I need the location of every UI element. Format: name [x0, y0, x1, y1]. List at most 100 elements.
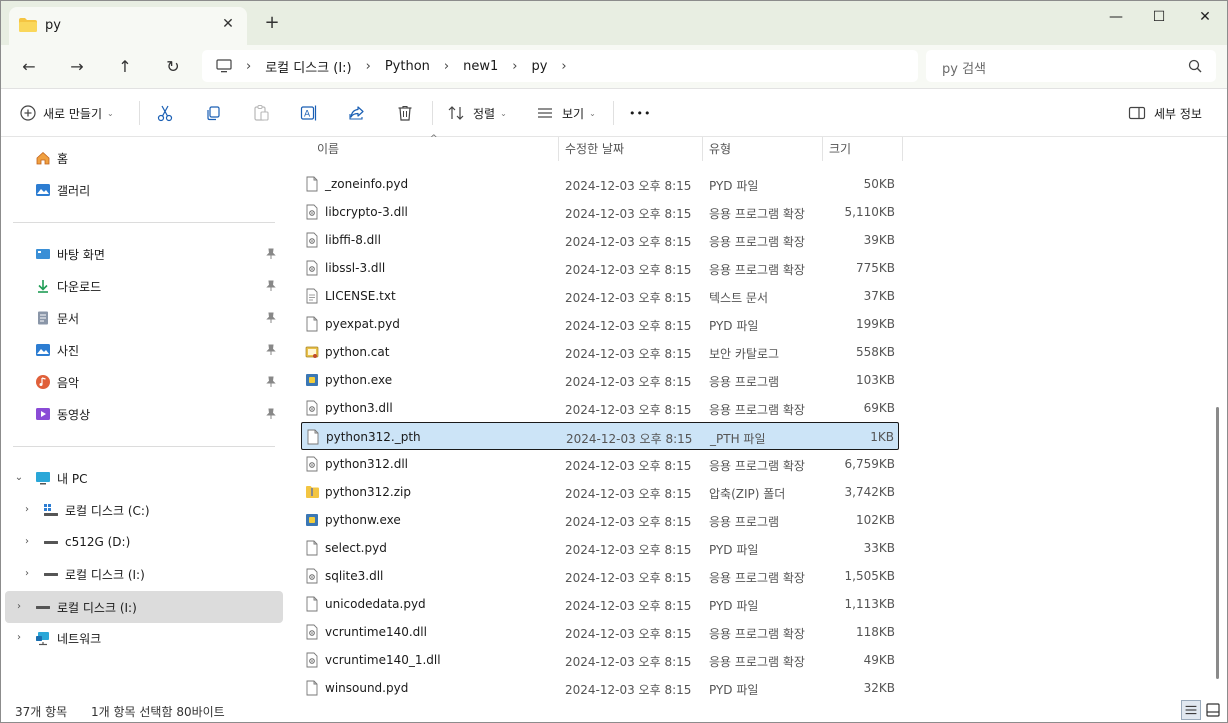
file-row[interactable]: python312.zip 2024-12-03 오후 8:15 압축(ZIP) 폴… [301, 478, 899, 506]
file-row[interactable]: sqlite3.dll 2024-12-03 오후 8:15 응용 프로그램 확장 1… [301, 562, 899, 590]
file-type: 보안 카탈로그 [709, 347, 780, 361]
maximize-button[interactable]: ☐ [1148, 7, 1170, 27]
dll-file-icon [306, 232, 318, 248]
column-header-date[interactable]: 수정한 날짜 [565, 137, 624, 161]
pin-icon[interactable] [265, 248, 277, 260]
close-button[interactable]: ✕ [1194, 7, 1216, 27]
file-row[interactable]: _zoneinfo.pyd 2024-12-03 오후 8:15 PYD 파일 50K… [301, 170, 899, 198]
breadcrumb-item[interactable]: new1 [463, 59, 498, 74]
chevron-right-icon[interactable]: › [21, 568, 33, 580]
sidebar-item-desktop[interactable]: 바탕 화면 [5, 239, 283, 269]
file-row[interactable]: libssl-3.dll 2024-12-03 오후 8:15 응용 프로그램 확장… [301, 254, 899, 282]
file-row[interactable]: libcrypto-3.dll 2024-12-03 오후 8:15 응용 프로그램… [301, 198, 899, 226]
new-tab-button[interactable]: + [263, 14, 281, 32]
pin-icon[interactable] [265, 376, 277, 388]
column-divider[interactable] [702, 137, 703, 161]
refresh-button[interactable]: ↻ [161, 55, 185, 79]
sidebar-item-drive-i-selected[interactable]: › 로컬 디스크 (I:) [5, 591, 283, 623]
large-icons-view-icon[interactable] [1203, 700, 1223, 720]
forward-button[interactable]: → [65, 55, 89, 79]
file-date: 2024-12-03 오후 8:15 [565, 515, 692, 529]
sidebar-item-videos[interactable]: 동영상 [5, 399, 283, 429]
sidebar-item-home[interactable]: 홈 [5, 143, 283, 173]
details-pane-icon [1128, 106, 1146, 120]
up-button[interactable]: ↑ [113, 55, 137, 79]
chevron-down-icon[interactable]: ⌄ [13, 472, 25, 484]
cut-button[interactable] [156, 103, 174, 123]
column-header-type[interactable]: 유형 [709, 137, 731, 161]
file-size: 1KB [870, 430, 894, 444]
tab-close-icon[interactable]: ✕ [219, 15, 237, 33]
sidebar-item-this-pc[interactable]: ⌄ 내 PC [5, 463, 283, 493]
file-row[interactable]: python.cat 2024-12-03 오후 8:15 보안 카탈로그 558KB [301, 338, 899, 366]
minimize-button[interactable]: — [1105, 7, 1127, 27]
pin-icon[interactable] [265, 312, 277, 324]
view-button[interactable]: 보기 ⌄ [536, 103, 596, 123]
sidebar-item-network[interactable]: › 네트워크 [5, 623, 283, 653]
file-row[interactable]: LICENSE.txt 2024-12-03 오후 8:15 텍스트 문서 37KB [301, 282, 899, 310]
sidebar-item-drive-c[interactable]: › 로컬 디스크 (C:) [5, 495, 283, 525]
sidebar-item-gallery[interactable]: 갤러리 [5, 175, 283, 205]
sidebar-item-music[interactable]: 음악 [5, 367, 283, 397]
folder-icon [19, 18, 37, 32]
file-row[interactable]: vcruntime140_1.dll 2024-12-03 오후 8:15 응용 프… [301, 646, 899, 674]
copy-button[interactable] [204, 103, 222, 123]
more-options-button[interactable]: ••• [629, 103, 651, 123]
title-bar: py ✕ + — ☐ ✕ [1, 1, 1227, 45]
sort-button[interactable]: 정렬 ⌄ [447, 103, 507, 123]
file-date: 2024-12-03 오후 8:15 [565, 599, 692, 613]
address-bar[interactable]: › 로컬 디스크 (I:) › Python › new1 › py › [202, 50, 918, 82]
column-divider[interactable] [902, 137, 903, 161]
column-header-name[interactable]: 이름 [317, 137, 339, 161]
details-view-icon[interactable] [1181, 700, 1201, 720]
file-row[interactable]: vcruntime140.dll 2024-12-03 오후 8:15 응용 프로그… [301, 618, 899, 646]
new-button[interactable]: 새로 만들기 ⌄ [19, 103, 114, 123]
pin-icon[interactable] [265, 408, 277, 420]
file-name: vcruntime140.dll [325, 625, 427, 639]
breadcrumb-item[interactable]: py [531, 59, 547, 74]
sidebar-item-documents[interactable]: 문서 [5, 303, 283, 333]
pin-icon[interactable] [265, 344, 277, 356]
tab-py[interactable]: py ✕ [9, 7, 247, 45]
column-divider[interactable] [558, 137, 559, 161]
sidebar-item-pictures[interactable]: 사진 [5, 335, 283, 365]
rename-button[interactable]: A [300, 103, 318, 123]
file-row[interactable]: python.exe 2024-12-03 오후 8:15 응용 프로그램 103KB [301, 366, 899, 394]
sidebar-item-drive-i[interactable]: › 로컬 디스크 (I:) [5, 559, 283, 589]
file-row[interactable]: python312._pth 2024-12-03 오후 8:15 _PTH 파일 1… [301, 422, 899, 450]
sidebar-item-downloads[interactable]: 다운로드 [5, 271, 283, 301]
chevron-right-icon[interactable]: › [21, 504, 33, 516]
sidebar-item-drive-d[interactable]: › c512G (D:) [5, 527, 283, 557]
computer-icon [216, 59, 232, 73]
breadcrumb-chevron-icon[interactable]: › [561, 59, 566, 74]
delete-button[interactable] [396, 103, 414, 123]
paste-button[interactable] [252, 103, 270, 123]
file-row[interactable]: pythonw.exe 2024-12-03 오후 8:15 응용 프로그램 102K… [301, 506, 899, 534]
breadcrumb-item[interactable]: Python [385, 59, 430, 74]
file-row[interactable]: select.pyd 2024-12-03 오후 8:15 PYD 파일 33KB [301, 534, 899, 562]
search-icon [1188, 59, 1202, 73]
details-pane-button[interactable]: 세부 정보 [1128, 103, 1202, 123]
search-box[interactable]: py 검색 [926, 50, 1216, 82]
file-name: pythonw.exe [325, 513, 401, 527]
file-row[interactable]: python312.dll 2024-12-03 오후 8:15 응용 프로그램 확… [301, 450, 899, 478]
file-row[interactable]: unicodedata.pyd 2024-12-03 오후 8:15 PYD 파일 1… [301, 590, 899, 618]
file-row[interactable]: pyexpat.pyd 2024-12-03 오후 8:15 PYD 파일 199KB [301, 310, 899, 338]
back-button[interactable]: ← [17, 55, 41, 79]
column-divider[interactable] [822, 137, 823, 161]
vertical-scrollbar[interactable] [1216, 407, 1219, 679]
file-type: 응용 프로그램 확장 [709, 235, 805, 249]
column-header-size[interactable]: 크기 [829, 137, 851, 161]
file-type: PYD 파일 [709, 599, 759, 613]
breadcrumb-item[interactable]: 로컬 디스크 (I:) [265, 57, 351, 76]
file-row[interactable]: libffi-8.dll 2024-12-03 오후 8:15 응용 프로그램 확장… [301, 226, 899, 254]
chevron-right-icon[interactable]: › [13, 601, 25, 613]
file-size: 69KB [863, 401, 895, 415]
share-button[interactable] [348, 103, 366, 123]
file-date: 2024-12-03 오후 8:15 [565, 347, 692, 361]
file-name: libcrypto-3.dll [325, 205, 408, 219]
chevron-right-icon[interactable]: › [21, 536, 33, 548]
pin-icon[interactable] [265, 280, 277, 292]
chevron-right-icon[interactable]: › [13, 632, 25, 644]
file-row[interactable]: python3.dll 2024-12-03 오후 8:15 응용 프로그램 확장 6… [301, 394, 899, 422]
